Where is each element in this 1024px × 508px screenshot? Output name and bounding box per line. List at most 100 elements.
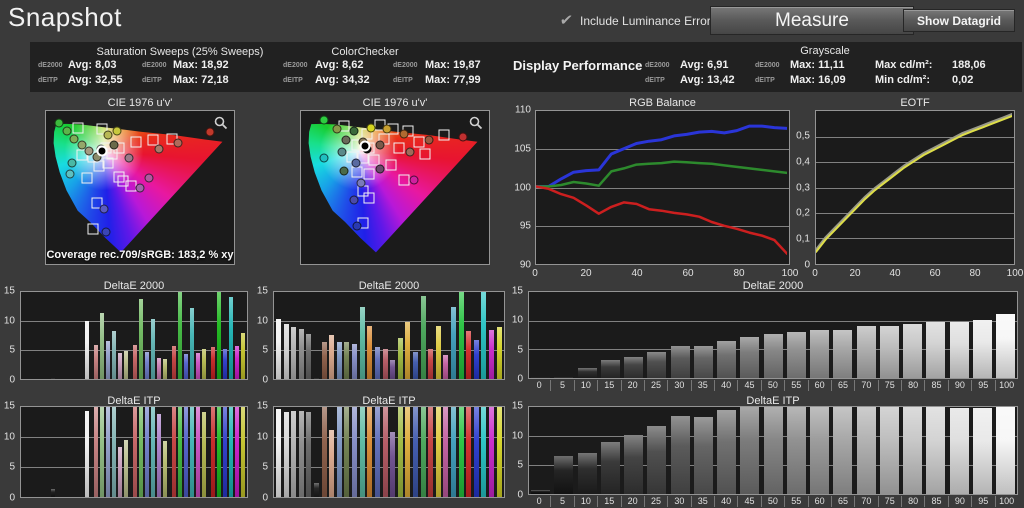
target-square-marker <box>88 223 99 234</box>
bar <box>139 407 143 497</box>
bar <box>764 407 783 494</box>
bar <box>352 344 357 379</box>
measure-button[interactable]: Measure <box>710 6 914 35</box>
x-tick-label: 45 <box>737 496 760 507</box>
measured-dot-marker <box>351 159 360 168</box>
y-tick-label: 0 <box>9 493 15 504</box>
measured-dot-marker <box>349 126 358 135</box>
bar <box>926 322 945 378</box>
metric-label: dE2000 <box>142 62 167 69</box>
colorchecker-de2000-avg: Avg: 8,62 <box>315 59 364 71</box>
x-tick-label: 20 <box>621 380 644 391</box>
y-tick-label: 0,4 <box>796 156 810 167</box>
bar <box>100 313 104 379</box>
x-tick-label: 75 <box>878 380 901 391</box>
bar <box>133 407 137 497</box>
y-tick-label: 0,3 <box>796 182 810 193</box>
deitp-cc-yaxis: 151050 <box>253 406 270 498</box>
measured-dot-marker <box>375 165 384 174</box>
saturation-deitp-avg: Avg: 32,55 <box>68 74 123 86</box>
x-tick-label: 90 <box>948 380 971 391</box>
bar <box>466 331 471 379</box>
bar <box>624 357 643 378</box>
x-tick-label: 85 <box>924 380 947 391</box>
measured-dot-marker <box>338 148 347 157</box>
bar <box>436 407 441 497</box>
bar <box>291 411 296 497</box>
y-tick-label: 0 <box>517 490 523 501</box>
include-luminance-label[interactable]: Include Luminance Error <box>580 14 711 28</box>
bar <box>299 411 304 497</box>
eotf-xaxis: 020406080100 <box>815 267 1015 279</box>
bar <box>413 407 418 497</box>
bar <box>810 330 829 378</box>
max-luminance-label: Max cd/m²: <box>875 59 932 71</box>
x-tick-label: 40 <box>714 380 737 391</box>
de2000-sweeps-yaxis: 151050 <box>0 291 17 380</box>
bar <box>241 407 245 497</box>
bar <box>833 407 852 494</box>
bar <box>903 324 922 378</box>
bar <box>112 407 116 497</box>
x-tick-label: 20 <box>621 496 644 507</box>
de2000-sweeps-chart <box>20 291 248 380</box>
y-tick-label: 5 <box>9 462 15 473</box>
x-tick-label: 55 <box>784 380 807 391</box>
bar <box>671 346 690 378</box>
bar <box>950 408 969 494</box>
y-tick-label: 0 <box>804 260 810 271</box>
measured-dot-marker <box>342 136 351 145</box>
bar <box>151 319 155 379</box>
bar <box>118 447 122 497</box>
target-square-marker <box>363 168 374 179</box>
bar <box>157 358 161 379</box>
bar <box>235 346 239 379</box>
bar <box>459 292 464 379</box>
measured-dot-marker <box>375 140 384 149</box>
zoom-icon[interactable] <box>469 116 483 130</box>
x-tick-label: 0 <box>812 268 818 279</box>
de2000-cc-yaxis: 151050 <box>253 291 270 380</box>
series-blue <box>536 126 787 186</box>
bar <box>764 334 783 378</box>
bars <box>529 292 1017 378</box>
target-square-marker <box>420 148 431 159</box>
bar <box>172 346 176 379</box>
target-square-marker <box>82 173 93 184</box>
y-tick-label: 10 <box>4 315 15 326</box>
bars <box>274 407 504 497</box>
saturation-sweeps-title: Saturation Sweeps (25% Sweeps) <box>40 46 320 58</box>
target-square-marker <box>393 142 404 153</box>
x-tick-label: 25 <box>644 496 667 507</box>
bar <box>421 296 426 379</box>
show-datagrid-button[interactable]: Show Datagrid <box>903 9 1015 32</box>
bar <box>740 407 759 494</box>
x-tick-label: 100 <box>995 380 1018 391</box>
y-tick-label: 5 <box>9 345 15 356</box>
x-tick-label: 35 <box>691 496 714 507</box>
bar <box>322 407 327 497</box>
bar <box>857 407 876 494</box>
x-tick-label: 65 <box>831 380 854 391</box>
page-title: Snapshot <box>8 2 122 33</box>
white-point-marker <box>97 145 108 156</box>
bar <box>443 407 448 497</box>
bar <box>531 377 550 378</box>
y-tick-label: 105 <box>514 143 531 154</box>
measured-dot-marker <box>205 128 214 137</box>
series-target <box>816 115 1012 251</box>
bar <box>833 330 852 378</box>
bar <box>124 440 128 497</box>
colorchecker-deitp-avg: Avg: 34,32 <box>315 74 370 86</box>
x-axis-labels: 0510152025303540455055606570758085909510… <box>528 496 1018 507</box>
zoom-icon[interactable] <box>214 116 228 130</box>
checkbox-check-icon[interactable]: ✔ <box>559 11 574 29</box>
bar <box>145 352 149 379</box>
colorchecker-deitp-max: Max: 77,99 <box>425 74 481 86</box>
y-tick-label: 5 <box>262 462 268 473</box>
y-tick-label: 10 <box>512 315 523 326</box>
grayscale-de2000-max: Max: 11,11 <box>790 59 844 71</box>
x-tick-label: 30 <box>667 380 690 391</box>
bar <box>202 349 206 379</box>
bar <box>405 322 410 379</box>
